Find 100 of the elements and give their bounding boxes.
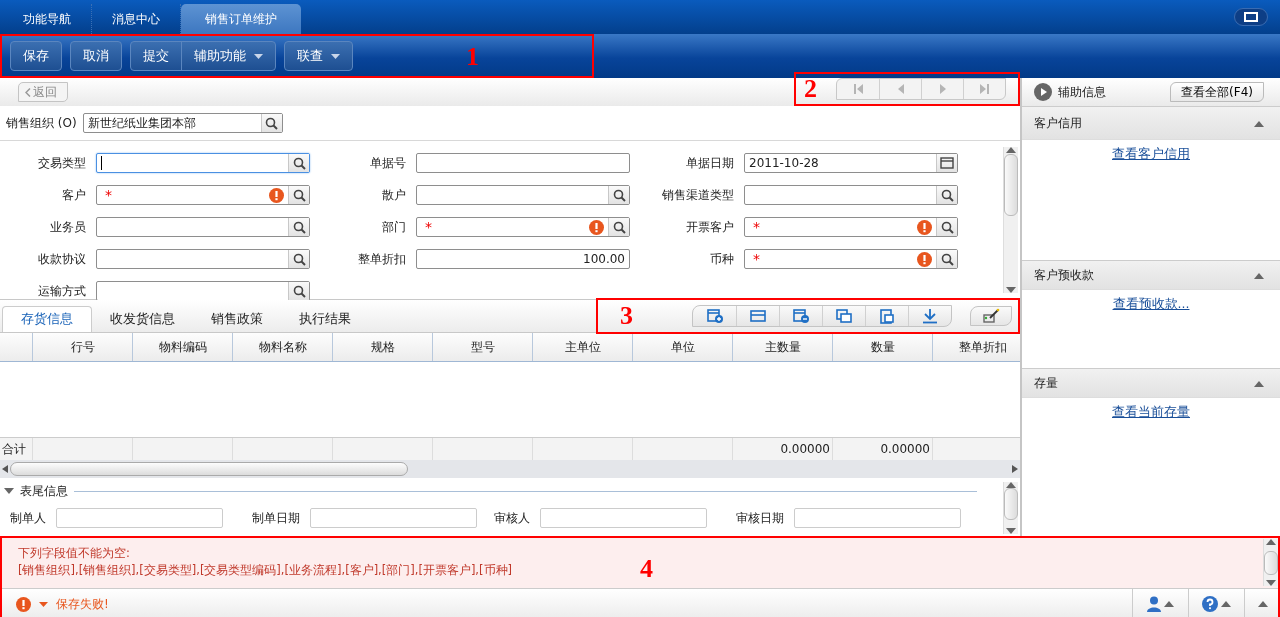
input-field[interactable]: * — [744, 249, 958, 269]
search-icon — [292, 252, 306, 266]
expand-icon — [4, 488, 14, 494]
app-tab[interactable]: 功能导航 — [3, 4, 92, 34]
user-icon — [1147, 596, 1161, 612]
column-header[interactable]: 单位 — [633, 333, 733, 361]
toolbar-button[interactable]: 辅助功能 — [181, 42, 275, 70]
input-field[interactable] — [96, 249, 310, 269]
annotation-number: 4 — [640, 556, 653, 582]
field-label: 客户 — [61, 186, 86, 204]
vertical-scrollbar[interactable] — [1263, 539, 1278, 586]
column-header[interactable]: 行号 — [33, 333, 133, 361]
column-header[interactable]: 物料名称 — [233, 333, 333, 361]
input-field[interactable] — [96, 153, 310, 173]
panel-title: 辅助信息 — [1058, 83, 1106, 101]
error-icon — [917, 219, 932, 235]
field-label: 单据日期 — [685, 154, 734, 172]
search-button[interactable] — [288, 218, 309, 236]
field-value: 100.00 — [583, 252, 625, 266]
vertical-scrollbar[interactable] — [1003, 482, 1018, 534]
input-field[interactable]: 新世纪纸业集团本部 — [82, 113, 283, 133]
column-header[interactable]: 数量 — [833, 333, 933, 361]
search-icon — [292, 156, 306, 170]
section-link[interactable]: 查看当前存量 — [1112, 404, 1190, 421]
scroll-right-icon — [1012, 465, 1018, 473]
window-toggle-button[interactable] — [1234, 8, 1268, 26]
toolbar-button[interactable]: 保存 — [11, 42, 61, 70]
card-view-button[interactable] — [970, 306, 1012, 326]
search-icon — [612, 188, 626, 202]
column-header[interactable]: 主数量 — [733, 333, 833, 361]
required-mark: * — [753, 219, 760, 235]
input-field[interactable] — [540, 508, 707, 528]
search-button[interactable] — [288, 186, 309, 204]
scroll-down-icon — [1266, 580, 1276, 586]
section-title: 客户预收款 — [1034, 266, 1094, 284]
add-row-icon — [705, 308, 724, 324]
toolbar-button[interactable]: 提交 — [131, 42, 181, 70]
error-icon — [917, 251, 932, 267]
toolbar-button[interactable]: 取消 — [71, 42, 121, 70]
section-link[interactable]: 查看客户信用 — [1112, 146, 1190, 163]
section-header[interactable]: 存量 — [1022, 368, 1280, 398]
input-field[interactable]: * — [416, 217, 630, 237]
search-button[interactable] — [936, 218, 957, 236]
app-tab[interactable]: 销售订单维护 — [181, 4, 301, 34]
input-field[interactable]: * — [96, 185, 310, 205]
detail-tab[interactable]: 销售政策 — [193, 306, 281, 332]
column-header[interactable]: 物料编码 — [133, 333, 233, 361]
input-field[interactable] — [96, 217, 310, 237]
error-icon — [16, 596, 31, 612]
search-button[interactable] — [936, 250, 957, 268]
input-field[interactable] — [794, 508, 961, 528]
search-button[interactable] — [288, 250, 309, 268]
required-mark: * — [753, 251, 760, 267]
column-header[interactable]: 规格 — [333, 333, 433, 361]
toolbar-button[interactable]: 联查 — [285, 42, 352, 70]
view-all-button[interactable]: 查看全部(F4) — [1170, 82, 1264, 102]
search-button[interactable] — [936, 186, 957, 204]
field-label: 整单折扣 — [357, 250, 406, 268]
detail-tab[interactable]: 收发货信息 — [92, 306, 193, 332]
detail-tab[interactable]: 执行结果 — [281, 306, 369, 332]
input-field[interactable] — [310, 508, 477, 528]
column-header[interactable]: 型号 — [433, 333, 533, 361]
section-header[interactable]: 客户预收款 — [1022, 260, 1280, 290]
search-icon — [265, 116, 279, 130]
date-field[interactable]: 2011-10-28 — [744, 153, 958, 173]
caret-icon — [331, 53, 340, 59]
input-field[interactable]: 100.00 — [416, 249, 630, 269]
error-icon — [589, 219, 604, 235]
section-header[interactable]: 客户信用 — [1022, 106, 1280, 140]
caret-icon — [39, 601, 48, 607]
input-field[interactable]: * — [744, 217, 958, 237]
field-label: 单据号 — [369, 154, 406, 172]
section-link[interactable]: 查看预收款... — [1112, 296, 1190, 313]
search-button[interactable] — [608, 186, 629, 204]
calendar-button[interactable] — [936, 154, 957, 172]
input-field[interactable] — [56, 508, 223, 528]
section-title: 表尾信息 — [20, 482, 68, 500]
column-header[interactable]: 主单位 — [533, 333, 633, 361]
input-field[interactable] — [744, 185, 958, 205]
search-button[interactable] — [288, 154, 309, 172]
input-field[interactable] — [96, 281, 310, 301]
search-icon — [292, 188, 306, 202]
input-field[interactable] — [416, 153, 630, 173]
search-icon — [292, 220, 306, 234]
search-button[interactable] — [288, 282, 309, 300]
search-button[interactable] — [260, 114, 282, 132]
vertical-scrollbar[interactable] — [1003, 147, 1018, 293]
input-field[interactable] — [416, 185, 630, 205]
field-label: 币种 — [709, 250, 734, 268]
required-mark: * — [105, 187, 112, 203]
detail-tab[interactable]: 存货信息 — [2, 306, 92, 332]
horizontal-scrollbar[interactable] — [0, 460, 1020, 478]
field-label: 业务员 — [49, 218, 86, 236]
scroll-down-icon — [1006, 528, 1016, 534]
field-value: 2011-10-28 — [749, 156, 819, 170]
annotation-number: 2 — [804, 76, 817, 102]
search-button[interactable] — [608, 218, 629, 236]
search-icon — [292, 284, 306, 298]
annotation-number: 1 — [466, 44, 479, 70]
download-icon — [921, 308, 939, 324]
